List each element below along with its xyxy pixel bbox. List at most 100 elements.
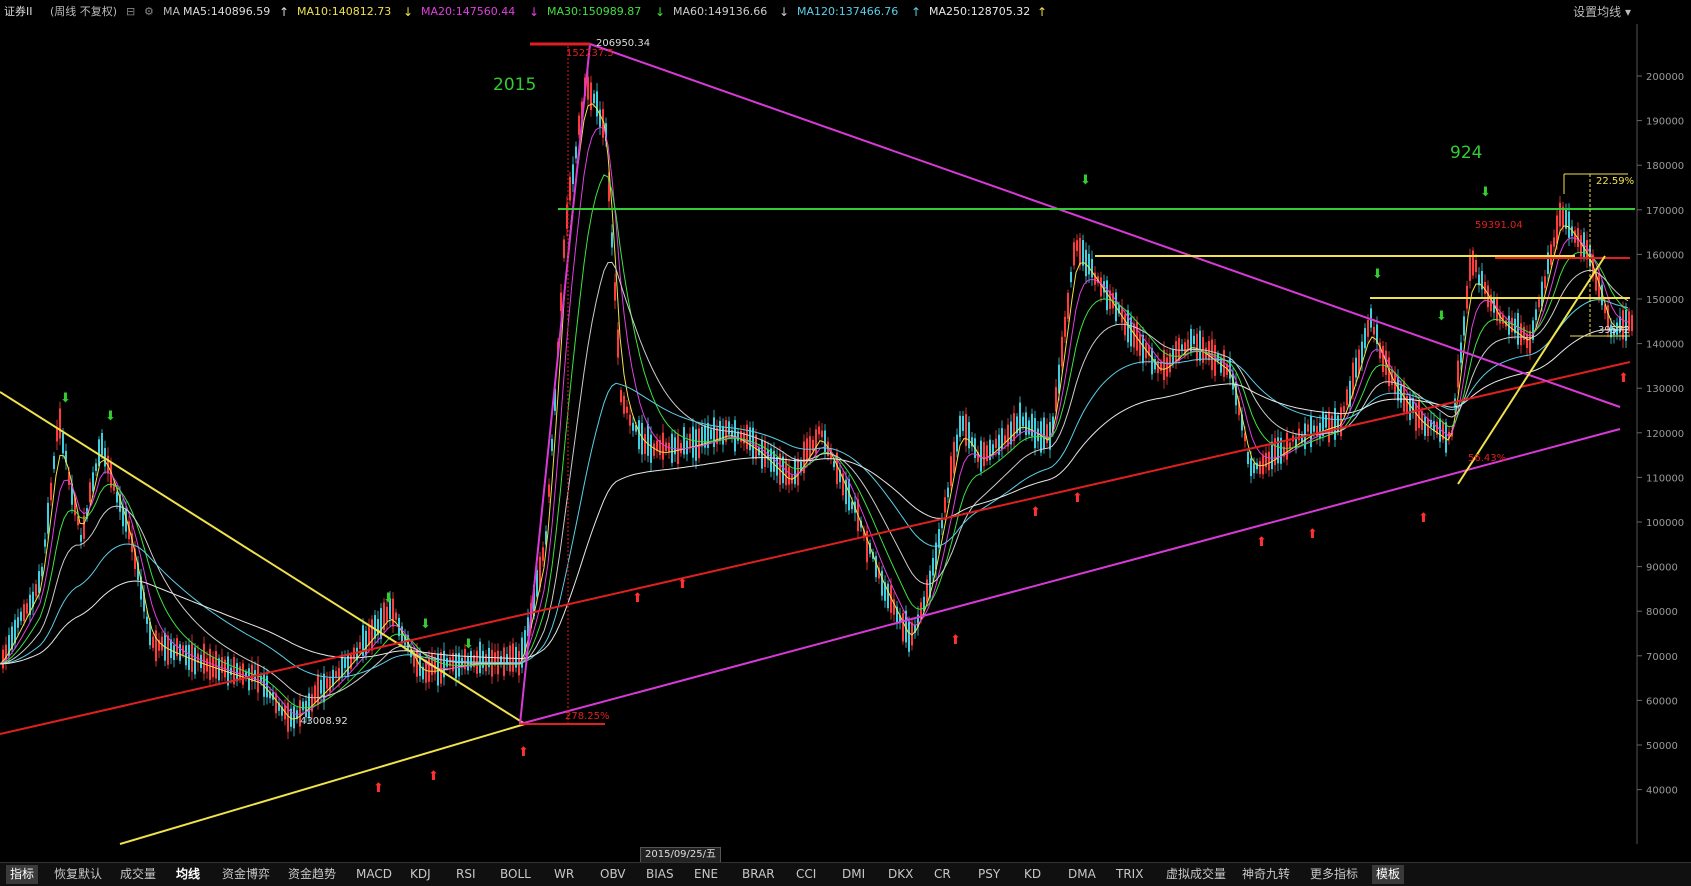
- ma-value-5: MA120:137466.76: [797, 5, 899, 18]
- tab-19[interactable]: PSY: [974, 865, 1004, 884]
- ma-value-1: MA10:140812.73: [297, 5, 392, 18]
- tab-16[interactable]: DMI: [838, 865, 869, 884]
- ma-label: MA: [163, 5, 181, 18]
- ma-trend-icon-5: ↑: [911, 5, 922, 19]
- indicator-tab-bar: 指标 恢复默认 成交量 均线 资金博弈 资金趋势 MACD KDJ RSI BOLL WR OBV BI…: [0, 862, 1691, 886]
- tab-22[interactable]: TRIX: [1112, 865, 1147, 884]
- tab-5[interactable]: 资金趋势: [284, 865, 340, 884]
- sell-signal-icon: ⬇: [60, 391, 71, 406]
- buy-signal-icon: ⬆: [428, 769, 439, 784]
- ma-trend-icon-1: ↓: [403, 5, 414, 19]
- sell-signal-icon: ⬇: [1436, 309, 1447, 324]
- year-2015-label: 2015: [493, 75, 536, 95]
- axis-tick-label: 130000: [1646, 384, 1684, 395]
- indicator-header: 证券II (周线 不复权) ⊟ ⚙ MA MA5:140896.59 ↑ MA10:…: [0, 0, 1691, 24]
- pct-2259-label: 22.59%: [1596, 176, 1634, 187]
- axis-tick-label: 170000: [1646, 206, 1684, 217]
- axis-tick-label: 190000: [1646, 117, 1684, 128]
- sell-signal-icon: ⬇: [383, 591, 394, 606]
- instrument-title: 证券II: [4, 5, 33, 18]
- ma-value-2: MA20:147560.44: [421, 5, 516, 18]
- axis-tick-label: 70000: [1646, 652, 1678, 663]
- buy-signal-icon: ⬆: [950, 633, 961, 648]
- buy-signal-icon: ⬆: [1307, 527, 1318, 542]
- kline-chart[interactable]: 200000 190000 180000 170000 160000 150000 1400…: [0, 24, 1691, 854]
- buy-signal-icon: ⬆: [632, 591, 643, 606]
- tab-25[interactable]: 更多指标: [1306, 865, 1362, 884]
- axis-tick-label: 150000: [1646, 295, 1684, 306]
- axis-tick-label: 60000: [1646, 696, 1678, 707]
- ma-trend-icon-6: ↑: [1037, 5, 1048, 19]
- cursor-date-badge: 2015/09/25/五: [640, 847, 722, 863]
- sell-signal-icon: ⬇: [105, 409, 116, 424]
- axis-tick-label: 140000: [1646, 340, 1684, 351]
- tab-8[interactable]: RSI: [452, 865, 480, 884]
- peak-pct-label: 152237.5: [566, 48, 614, 59]
- tab-10[interactable]: WR: [550, 865, 578, 884]
- tab-14[interactable]: BRAR: [738, 865, 779, 884]
- buy-signal-icon: ⬆: [1618, 371, 1629, 386]
- set-ma-label: 设置均线: [1573, 5, 1622, 19]
- tab-0[interactable]: 指标: [6, 865, 39, 884]
- ma-trend-icon-3: ↓: [655, 5, 666, 19]
- sell-signal-icon: ⬇: [463, 637, 474, 652]
- buy-signal-icon: ⬆: [1072, 491, 1083, 506]
- gear-icon[interactable]: ⚙: [144, 0, 154, 24]
- tab-1[interactable]: 恢复默认: [50, 865, 106, 884]
- axis-tick-label: 110000: [1646, 473, 1684, 484]
- buy-signal-icon: ⬆: [677, 577, 688, 592]
- axis-tick-label: 200000: [1646, 72, 1684, 83]
- period-mode[interactable]: (周线 不复权): [50, 0, 117, 24]
- buy-signal-icon: ⬆: [1030, 505, 1041, 520]
- sell-signal-icon: ⬇: [1372, 267, 1383, 282]
- tab-11[interactable]: OBV: [596, 865, 630, 884]
- low-price-label: 43008.92: [300, 716, 348, 727]
- axis-tick-label: 80000: [1646, 607, 1678, 618]
- ma-trend-icon-2: ↓: [529, 5, 540, 19]
- tab-13[interactable]: ENE: [690, 865, 722, 884]
- buy-signal-icon: ⬆: [1418, 511, 1429, 526]
- tab-23[interactable]: 虚拟成交量: [1162, 865, 1230, 884]
- sell-signal-icon: ⬇: [1080, 173, 1091, 188]
- tab-24[interactable]: 神奇九转: [1238, 865, 1294, 884]
- price-59391-label: 59391.04: [1475, 220, 1523, 231]
- tab-3[interactable]: 均线: [172, 865, 204, 884]
- buy-signal-icon: ⬆: [518, 745, 529, 760]
- year-924-label: 924: [1450, 143, 1482, 163]
- price-39572-label: 39572: [1598, 325, 1630, 336]
- tab-15[interactable]: CCI: [792, 865, 820, 884]
- axis-tick-label: 90000: [1646, 563, 1678, 574]
- set-ma-button[interactable]: 设置均线 ▾: [1573, 0, 1631, 24]
- axis-tick-label: 100000: [1646, 518, 1684, 529]
- tab-17[interactable]: DKX: [884, 865, 917, 884]
- tab-18[interactable]: CR: [930, 865, 955, 884]
- ma-value-0: MA5:140896.59: [183, 5, 271, 18]
- tab-26[interactable]: 模板: [1372, 865, 1405, 884]
- tab-20[interactable]: KD: [1020, 865, 1045, 884]
- axis-tick-label: 180000: [1646, 161, 1684, 172]
- collapse-icon[interactable]: ⊟: [126, 0, 135, 24]
- dropdown-icon: ▾: [1624, 5, 1631, 19]
- ma-value-6: MA250:128705.32: [929, 5, 1031, 18]
- buy-signal-icon: ⬆: [373, 781, 384, 796]
- pct-5643-label: 56.43%: [1468, 453, 1506, 464]
- sell-signal-icon: ⬇: [420, 617, 431, 632]
- ma-value-4: MA60:149136.66: [673, 5, 768, 18]
- tab-7[interactable]: KDJ: [406, 865, 435, 884]
- tab-4[interactable]: 资金博弈: [218, 865, 274, 884]
- axis-tick-label: 160000: [1646, 250, 1684, 261]
- axis-tick-label: 50000: [1646, 741, 1678, 752]
- ma-trend-icon-0: ↑: [279, 5, 290, 19]
- pct-278-label: 278.25%: [565, 711, 610, 722]
- axis-tick-label: 40000: [1646, 786, 1678, 797]
- buy-signal-icon: ⬆: [1256, 535, 1267, 550]
- ma-trend-icon-4: ↓: [779, 5, 790, 19]
- ma-value-3: MA30:150989.87: [547, 5, 642, 18]
- tab-9[interactable]: BOLL: [496, 865, 535, 884]
- tab-21[interactable]: DMA: [1064, 865, 1100, 884]
- tab-6[interactable]: MACD: [352, 865, 396, 884]
- tab-12[interactable]: BIAS: [642, 865, 678, 884]
- sell-signal-icon: ⬇: [1480, 185, 1491, 200]
- tab-2[interactable]: 成交量: [116, 865, 160, 884]
- axis-tick-label: 120000: [1646, 429, 1684, 440]
